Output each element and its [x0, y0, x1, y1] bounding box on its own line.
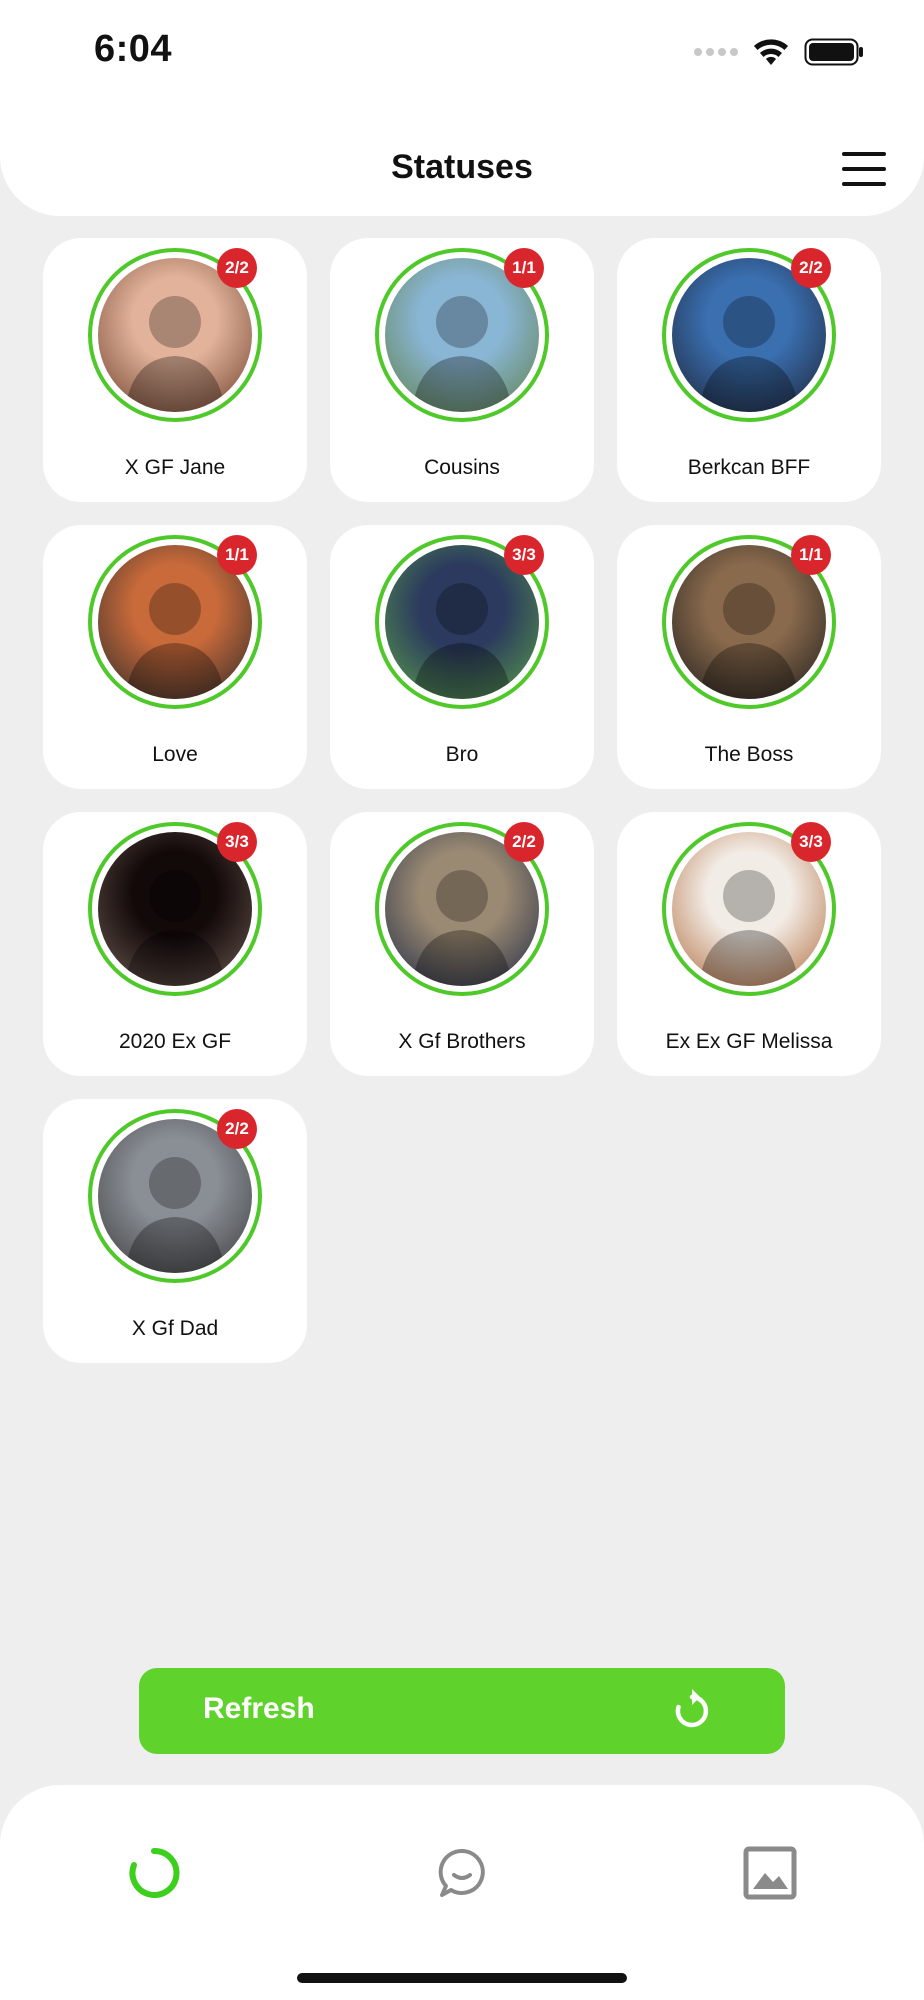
status-count-badge: 2/2 — [217, 1109, 257, 1149]
status-card[interactable]: 3/3 Bro — [330, 525, 594, 789]
wifi-icon — [754, 39, 788, 65]
home-indicator — [297, 1973, 627, 1983]
chat-bubble-icon[interactable] — [434, 1845, 490, 1901]
refresh-icon — [675, 1689, 709, 1728]
header: Statuses — [0, 100, 924, 216]
page-title: Statuses — [391, 148, 533, 186]
status-card[interactable]: 2/2 X Gf Dad — [43, 1099, 307, 1363]
system-icons — [694, 34, 864, 70]
status-card[interactable]: 2/2 Berkcan BFF — [617, 238, 881, 502]
refresh-button[interactable]: Refresh — [139, 1668, 785, 1754]
status-card[interactable]: 3/3 Ex Ex GF Melissa — [617, 812, 881, 1076]
status-bar: 6:04 — [0, 0, 924, 100]
status-card[interactable]: 2/2 X Gf Brothers — [330, 812, 594, 1076]
status-card[interactable]: 1/1 Love — [43, 525, 307, 789]
status-name: 2020 Ex GF — [118, 1030, 232, 1053]
status-card[interactable]: 1/1 Cousins — [330, 238, 594, 502]
cellular-signal-icon — [694, 48, 738, 56]
gallery-image-icon[interactable] — [742, 1845, 798, 1901]
status-card[interactable]: 1/1 The Boss — [617, 525, 881, 789]
status-name: X GF Jane — [124, 456, 226, 479]
status-count-badge: 2/2 — [504, 822, 544, 862]
status-name: Love — [152, 743, 198, 766]
status-time: 6:04 — [94, 28, 173, 70]
battery-icon — [804, 38, 863, 66]
status-card[interactable]: 3/3 2020 Ex GF — [43, 812, 307, 1076]
bottom-navigation — [0, 1785, 924, 2000]
hamburger-menu-icon[interactable] — [842, 152, 886, 186]
status-name: X Gf Dad — [131, 1317, 219, 1340]
statuses-spinner-icon[interactable] — [126, 1845, 182, 1901]
status-grid: 2/2 X GF Jane 1/1 Cousins 2/2 Berkcan BFF 1/1 L… — [43, 238, 881, 1363]
status-name: The Boss — [704, 743, 794, 766]
status-name: Cousins — [424, 456, 500, 479]
status-count-badge: 3/3 — [504, 535, 544, 575]
refresh-label: Refresh — [203, 1692, 315, 1725]
status-count-badge: 3/3 — [217, 822, 257, 862]
status-name: Bro — [445, 743, 479, 766]
status-name: Ex Ex GF Melissa — [665, 1030, 833, 1053]
status-card[interactable]: 2/2 X GF Jane — [43, 238, 307, 502]
status-count-badge: 3/3 — [791, 822, 831, 862]
status-name: X Gf Brothers — [398, 1030, 526, 1053]
status-name: Berkcan BFF — [687, 456, 811, 479]
status-count-badge: 1/1 — [791, 535, 831, 575]
status-count-badge: 2/2 — [217, 248, 257, 288]
status-count-badge: 1/1 — [217, 535, 257, 575]
status-count-badge: 1/1 — [504, 248, 544, 288]
status-count-badge: 2/2 — [791, 248, 831, 288]
